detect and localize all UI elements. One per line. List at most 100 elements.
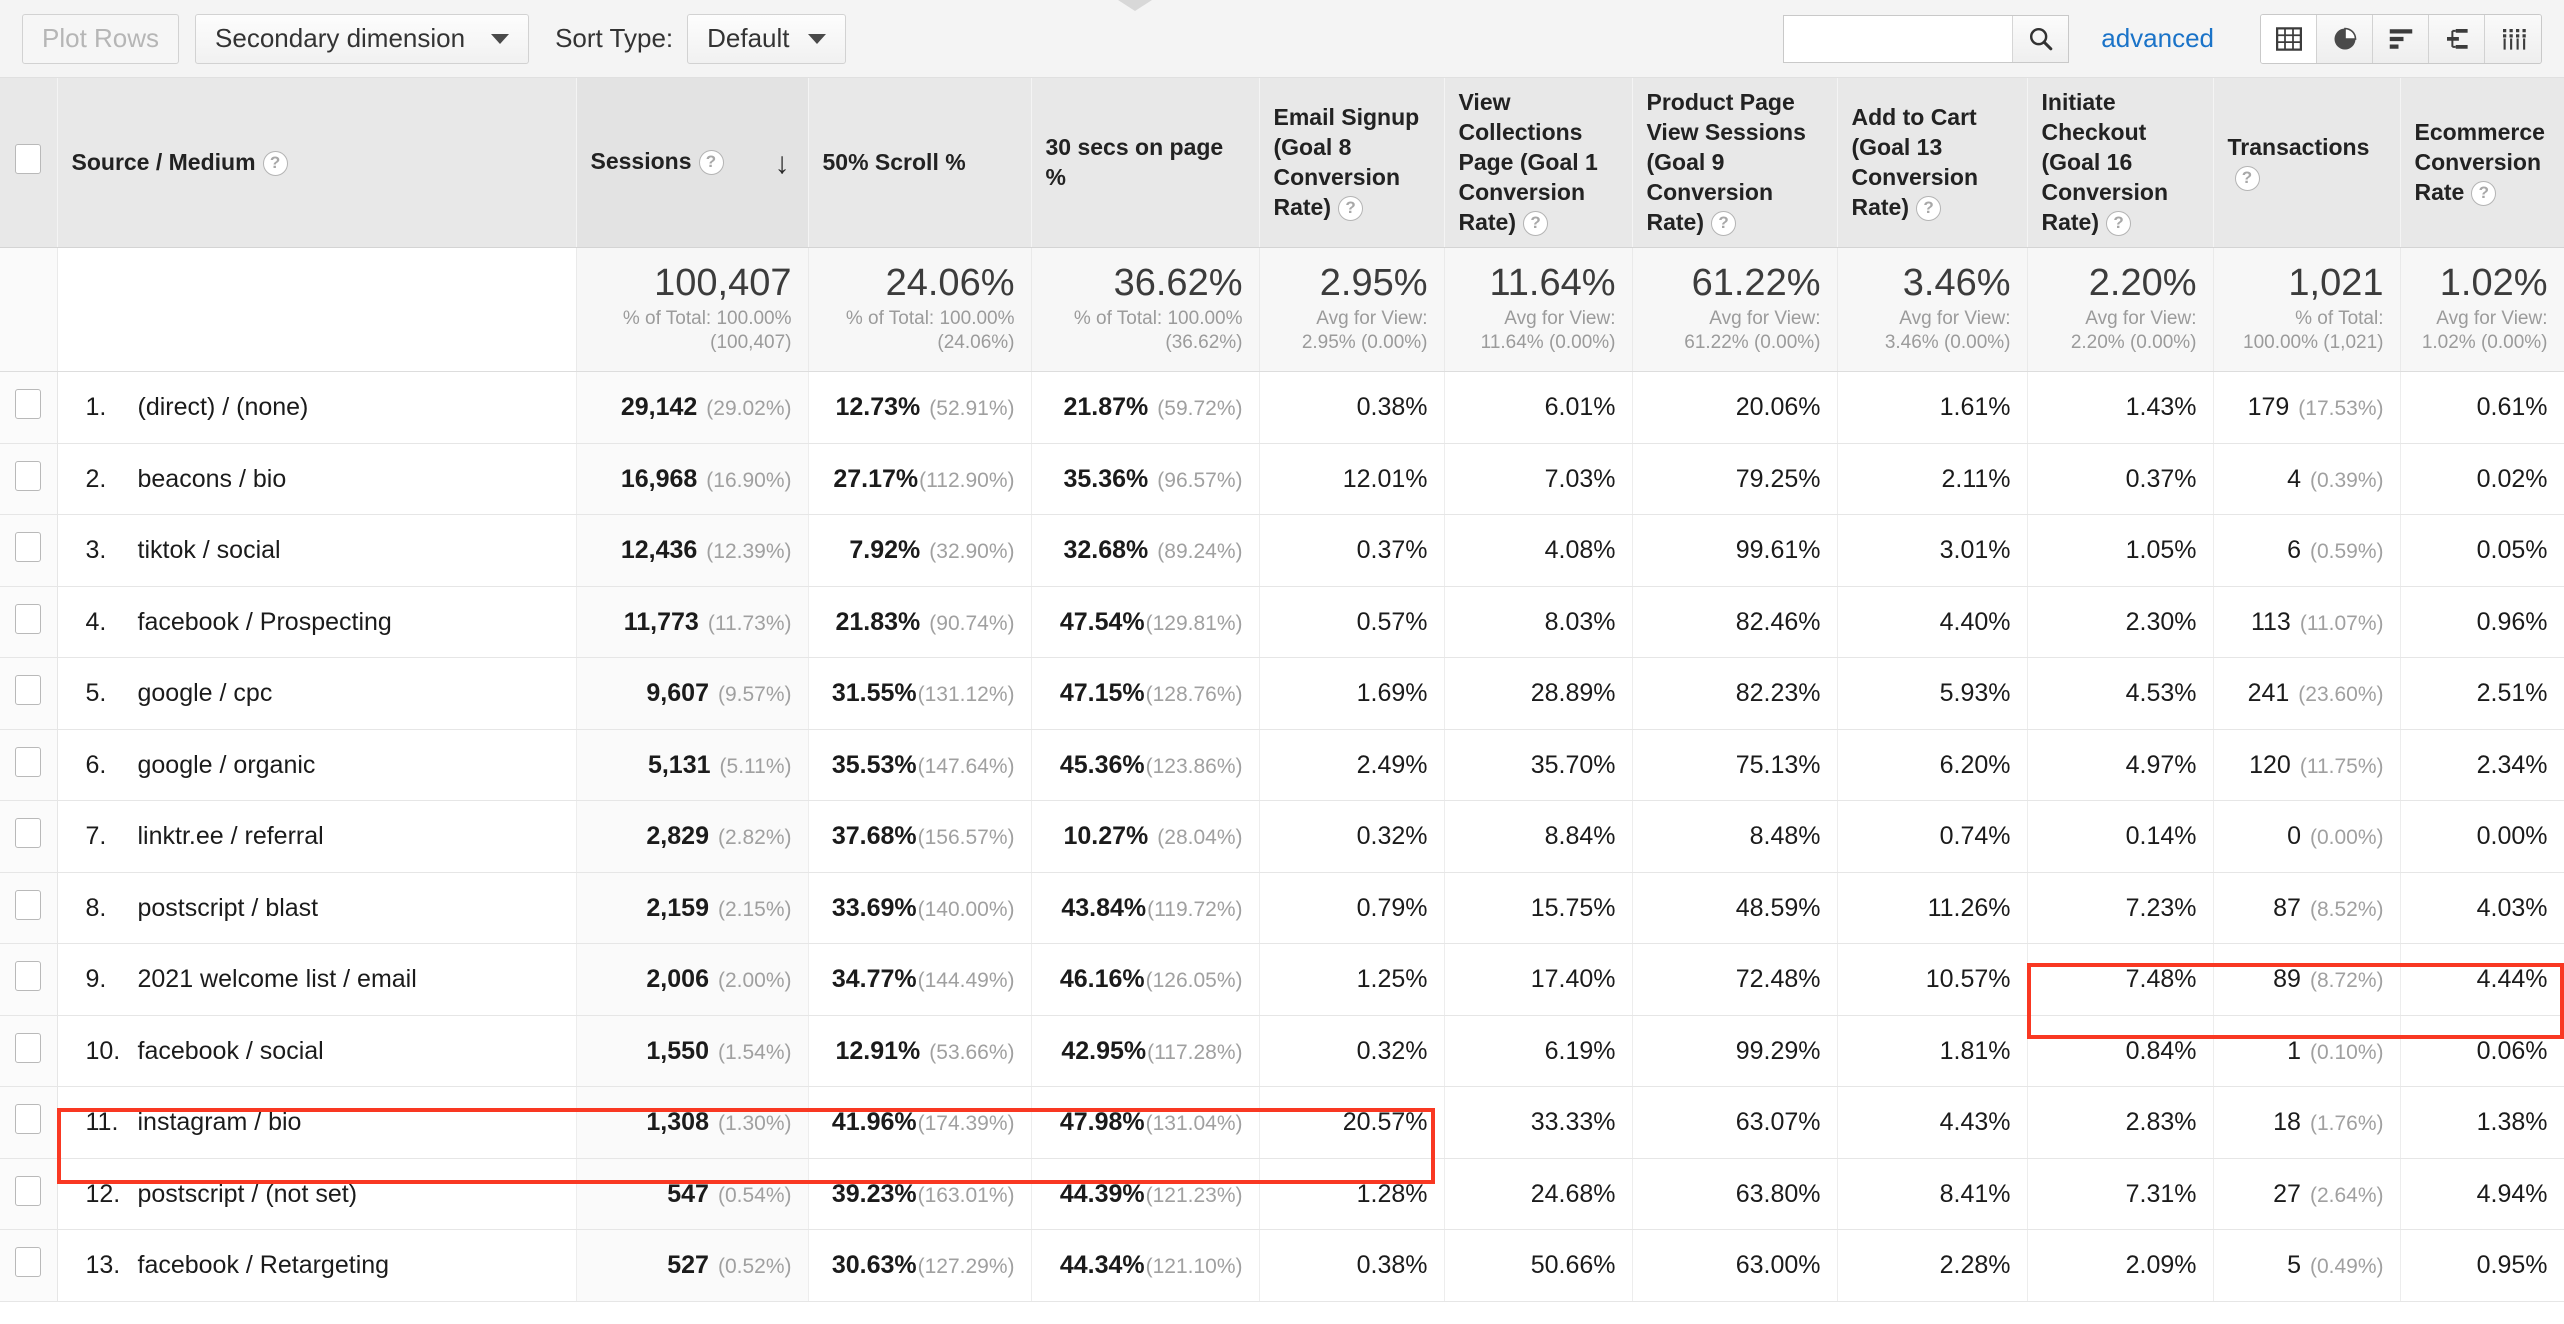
cell-product-page: 48.59% bbox=[1632, 872, 1837, 944]
select-all-checkbox[interactable] bbox=[15, 144, 41, 174]
column-header-source-medium[interactable]: Source / Medium? bbox=[57, 78, 576, 248]
help-icon[interactable]: ? bbox=[1523, 211, 1548, 236]
column-header-30-secs-on-page[interactable]: 30 secs on page % bbox=[1031, 78, 1259, 248]
column-header-email-signup[interactable]: Email Signup (Goal 8 Conversion Rate)? bbox=[1259, 78, 1444, 248]
column-header-view-collections-page[interactable]: View Collections Page (Goal 1 Conversion… bbox=[1444, 78, 1632, 248]
help-icon[interactable]: ? bbox=[2235, 166, 2260, 191]
table-row[interactable]: 4.facebook / Prospecting11,773(11.73%)21… bbox=[0, 586, 2564, 658]
sort-type-dropdown[interactable]: Default bbox=[687, 14, 845, 64]
row-checkbox[interactable] bbox=[15, 532, 41, 562]
row-checkbox-cell[interactable] bbox=[0, 586, 57, 658]
cell-add-to-cart: 11.26% bbox=[1837, 872, 2027, 944]
search-input[interactable] bbox=[1784, 16, 2012, 62]
row-checkbox-cell[interactable] bbox=[0, 1230, 57, 1302]
column-header-transactions[interactable]: Transactions? bbox=[2213, 78, 2400, 248]
table-row[interactable]: 12.postscript / (not set)547(0.54%)39.23… bbox=[0, 1158, 2564, 1230]
cell-view-collections: 8.03% bbox=[1444, 586, 1632, 658]
table-row[interactable]: 9.2021 welcome list / email2,006(2.00%)3… bbox=[0, 944, 2564, 1016]
row-checkbox[interactable] bbox=[15, 1033, 41, 1063]
cell-value: 1.69% bbox=[1357, 679, 1428, 707]
row-checkbox-cell[interactable] bbox=[0, 515, 57, 587]
cell-value: 0.32% bbox=[1357, 1037, 1428, 1065]
row-checkbox[interactable] bbox=[15, 389, 41, 419]
row-source-medium: 10.facebook / social bbox=[57, 1015, 576, 1087]
row-checkbox[interactable] bbox=[15, 604, 41, 634]
row-checkbox-cell[interactable] bbox=[0, 1158, 57, 1230]
advanced-link[interactable]: advanced bbox=[2101, 23, 2214, 54]
column-header-initiate-checkout[interactable]: Initiate Checkout (Goal 16 Conversion Ra… bbox=[2027, 78, 2213, 248]
row-checkbox-cell[interactable] bbox=[0, 1015, 57, 1087]
help-icon[interactable]: ? bbox=[1711, 211, 1736, 236]
help-icon[interactable]: ? bbox=[263, 151, 288, 176]
cell-email-signup: 0.32% bbox=[1259, 801, 1444, 873]
table-row[interactable]: 8.postscript / blast2,159(2.15%)33.69%(1… bbox=[0, 872, 2564, 944]
row-checkbox-cell[interactable] bbox=[0, 658, 57, 730]
row-checkbox[interactable] bbox=[15, 461, 41, 491]
column-header-sessions[interactable]: ↓Sessions? bbox=[576, 78, 808, 248]
row-checkbox[interactable] bbox=[15, 1176, 41, 1206]
row-checkbox-cell[interactable] bbox=[0, 443, 57, 515]
cell-value: 24.68% bbox=[1531, 1180, 1616, 1208]
row-checkbox-cell[interactable] bbox=[0, 372, 57, 444]
secondary-dimension-dropdown[interactable]: Secondary dimension bbox=[195, 14, 529, 64]
performance-view-button[interactable] bbox=[2373, 15, 2429, 63]
help-icon[interactable]: ? bbox=[699, 150, 724, 175]
column-header-product-page-view-sessions[interactable]: Product Page View Sessions (Goal 9 Conve… bbox=[1632, 78, 1837, 248]
help-icon[interactable]: ? bbox=[2106, 211, 2131, 236]
cell-percent: (2.15%) bbox=[718, 898, 792, 921]
cell-percent: (0.59%) bbox=[2310, 540, 2384, 563]
search-button[interactable] bbox=[2012, 16, 2068, 62]
table-row[interactable]: 11.instagram / bio1,308(1.30%)41.96%(174… bbox=[0, 1087, 2564, 1159]
cell-percent: (0.00%) bbox=[2310, 826, 2384, 849]
column-header-ecommerce-conversion-rate[interactable]: Ecommerce Conversion Rate? bbox=[2400, 78, 2564, 248]
cell-percent: (28.04%) bbox=[1157, 826, 1242, 849]
cell-percent: (147.64%) bbox=[918, 755, 1015, 778]
select-all-header[interactable] bbox=[0, 78, 57, 248]
plot-rows-button[interactable]: Plot Rows bbox=[22, 14, 179, 64]
cell-email-signup: 0.38% bbox=[1259, 372, 1444, 444]
row-index: 4. bbox=[86, 608, 138, 637]
cell-value: 179 bbox=[2248, 393, 2290, 421]
cell-value: 4.53% bbox=[2126, 679, 2197, 707]
help-icon[interactable]: ? bbox=[1916, 196, 1941, 221]
row-checkbox-cell[interactable] bbox=[0, 729, 57, 801]
row-checkbox[interactable] bbox=[15, 1247, 41, 1277]
row-checkbox-cell[interactable] bbox=[0, 944, 57, 1016]
column-header-add-to-cart[interactable]: Add to Cart (Goal 13 Conversion Rate)? bbox=[1837, 78, 2027, 248]
cell-transactions: 1(0.10%) bbox=[2213, 1015, 2400, 1087]
table-row[interactable]: 7.linktr.ee / referral2,829(2.82%)37.68%… bbox=[0, 801, 2564, 873]
table-row[interactable]: 1.(direct) / (none)29,142(29.02%)12.73%(… bbox=[0, 372, 2564, 444]
cell-percent: (90.74%) bbox=[929, 612, 1014, 635]
cell-value: 2.11% bbox=[1941, 465, 2010, 493]
table-row[interactable]: 2.beacons / bio16,968(16.90%)27.17%(112.… bbox=[0, 443, 2564, 515]
row-checkbox-cell[interactable] bbox=[0, 1087, 57, 1159]
help-icon[interactable]: ? bbox=[1338, 196, 1363, 221]
table-row[interactable]: 13.facebook / Retargeting527(0.52%)30.63… bbox=[0, 1230, 2564, 1302]
cell-value: 2.34% bbox=[2477, 751, 2548, 779]
pie-view-button[interactable] bbox=[2317, 15, 2373, 63]
row-checkbox-cell[interactable] bbox=[0, 801, 57, 873]
row-index: 10. bbox=[86, 1037, 138, 1066]
comparison-view-button[interactable] bbox=[2429, 15, 2485, 63]
column-header-50-scroll[interactable]: 50% Scroll % bbox=[808, 78, 1031, 248]
row-checkbox[interactable] bbox=[15, 818, 41, 848]
table-row[interactable]: 5.google / cpc9,607(9.57%)31.55%(131.12%… bbox=[0, 658, 2564, 730]
table-view-button[interactable] bbox=[2261, 15, 2317, 63]
row-checkbox[interactable] bbox=[15, 747, 41, 777]
table-row[interactable]: 3.tiktok / social12,436(12.39%)7.92%(32.… bbox=[0, 515, 2564, 587]
report-table-container: Source / Medium? ↓Sessions? 50% Scroll %… bbox=[0, 78, 2564, 1302]
row-checkbox[interactable] bbox=[15, 961, 41, 991]
table-row[interactable]: 10.facebook / social1,550(1.54%)12.91%(5… bbox=[0, 1015, 2564, 1087]
cell-add-to-cart: 1.61% bbox=[1837, 372, 2027, 444]
table-row[interactable]: 6.google / organic5,131(5.11%)35.53%(147… bbox=[0, 729, 2564, 801]
pivot-view-button[interactable] bbox=[2485, 15, 2541, 63]
row-checkbox[interactable] bbox=[15, 1104, 41, 1134]
row-checkbox[interactable] bbox=[15, 675, 41, 705]
secondary-dimension-label: Secondary dimension bbox=[215, 23, 465, 54]
cell-percent: (16.90%) bbox=[706, 469, 791, 492]
cell-value: 2.09% bbox=[2126, 1251, 2197, 1279]
row-checkbox[interactable] bbox=[15, 890, 41, 920]
help-icon[interactable]: ? bbox=[2471, 181, 2496, 206]
row-checkbox-cell[interactable] bbox=[0, 872, 57, 944]
cell-value: 27.17% bbox=[833, 465, 918, 493]
